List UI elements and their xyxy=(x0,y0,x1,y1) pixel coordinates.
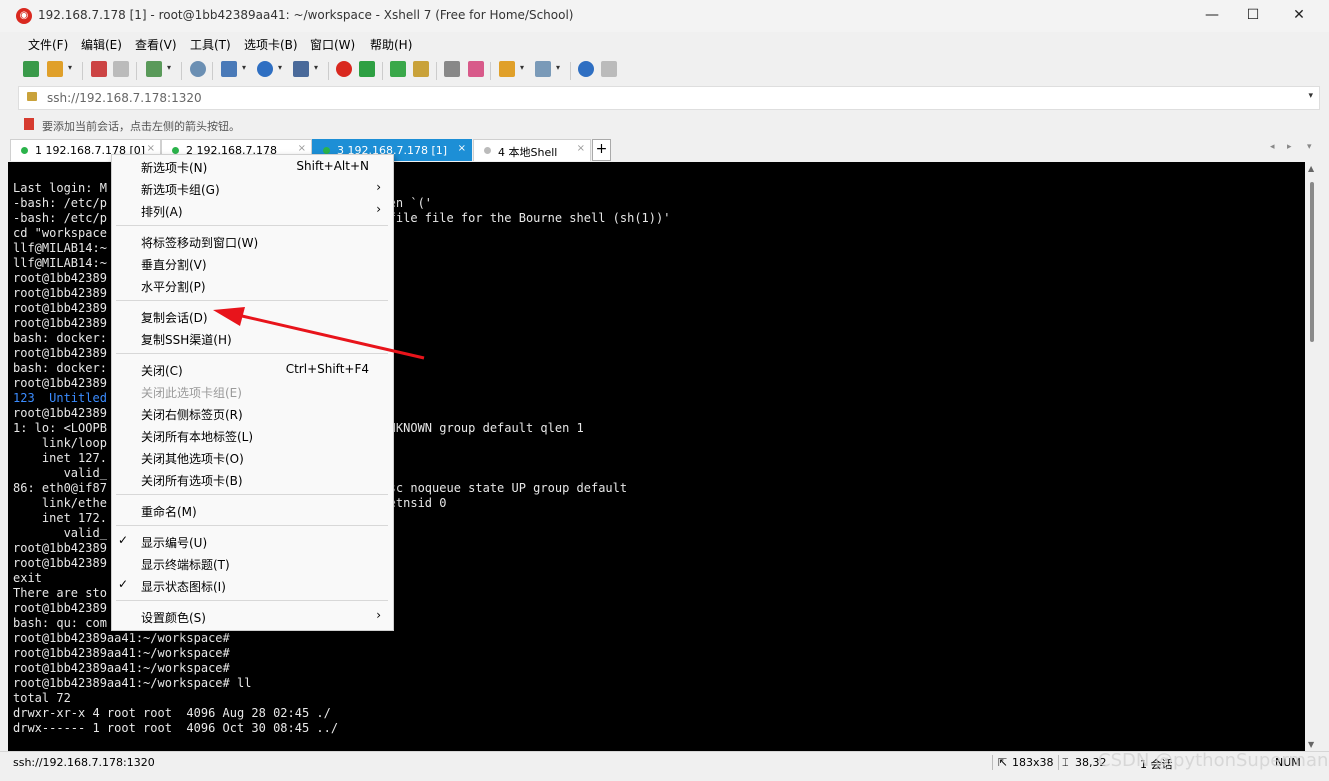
annotation-arrow-head xyxy=(213,307,245,326)
annotation-arrow-shaft xyxy=(241,314,425,360)
annotation-arrow xyxy=(213,307,425,360)
xshell-window: ◉ 192.168.7.178 [1] - root@1bb42389aa41:… xyxy=(0,0,1329,781)
